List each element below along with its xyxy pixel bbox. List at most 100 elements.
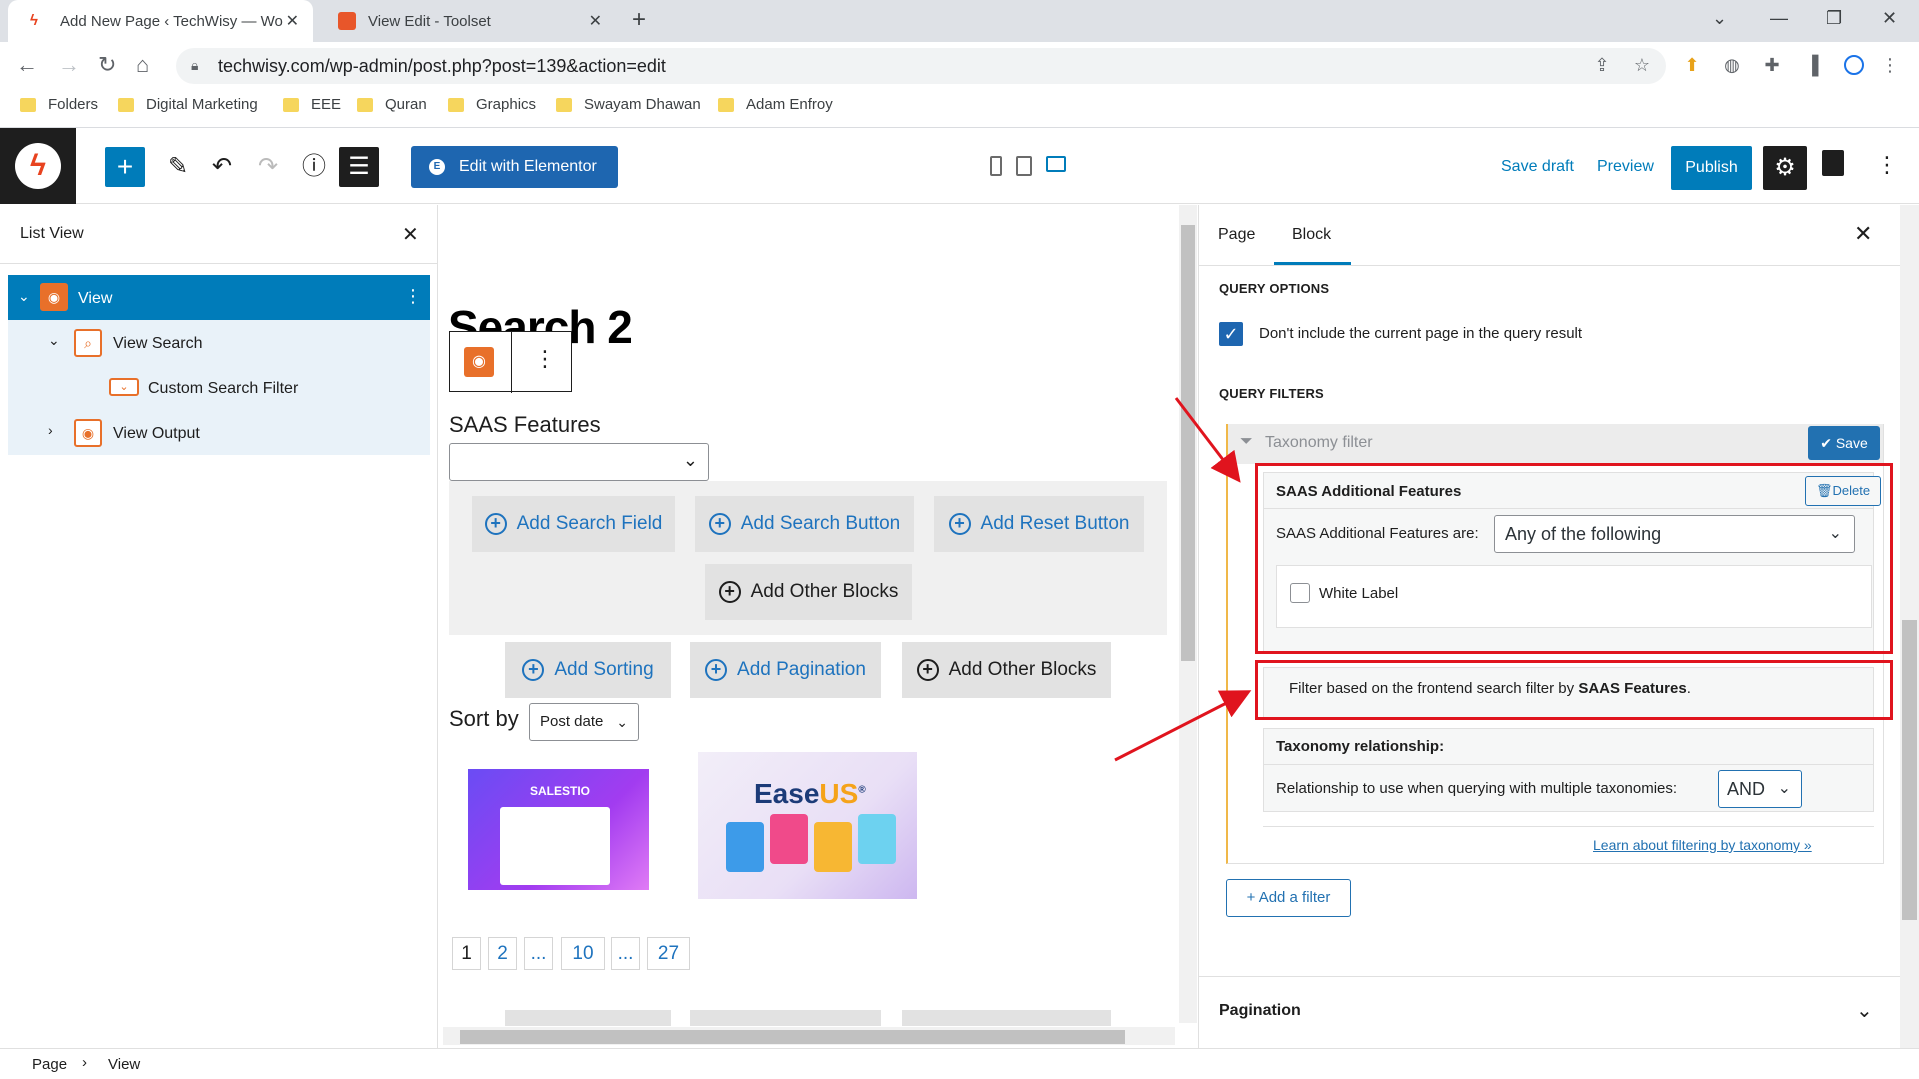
edit-pencil-icon[interactable]: ✎: [158, 147, 198, 187]
undo-icon[interactable]: ↶: [202, 147, 242, 187]
button-label: Add Reset Button: [980, 513, 1130, 534]
tablet-preview-icon[interactable]: [1016, 156, 1032, 176]
add-search-button-button[interactable]: + Add Search Button: [695, 496, 914, 552]
search-block-icon: ⌕: [74, 329, 102, 357]
site-logo[interactable]: ϟ: [0, 128, 76, 204]
sort-select[interactable]: Post date ⌄: [529, 703, 639, 741]
bookmark-folder[interactable]: Swayam Dhawan: [556, 96, 701, 113]
details-info-icon[interactable]: ⓘ: [294, 147, 334, 187]
list-item-view-output[interactable]: [8, 410, 430, 455]
chrome-menu-icon[interactable]: ⋮: [1880, 55, 1900, 75]
close-icon[interactable]: ✕: [286, 11, 299, 31]
new-tab-icon[interactable]: +: [632, 6, 646, 34]
chevron-down-icon[interactable]: ⌄: [18, 288, 30, 305]
bookmark-folder[interactable]: Digital Marketing: [118, 96, 258, 113]
block-options-icon[interactable]: ⋮: [534, 346, 556, 372]
bookmark-folder[interactable]: Adam Enfroy: [718, 96, 833, 113]
chevron-down-icon[interactable]: ⌄: [48, 332, 60, 349]
globe-icon[interactable]: ◍: [1722, 55, 1742, 75]
side-panel-icon[interactable]: ▐: [1802, 55, 1822, 75]
list-view-title: List View: [20, 225, 84, 242]
item-options-icon[interactable]: ⋮: [404, 286, 422, 307]
lock-icon[interactable]: 🔒︎: [191, 57, 198, 74]
tab-search-icon[interactable]: ⌄: [1712, 8, 1727, 29]
save-button[interactable]: ✔ Save: [1808, 426, 1880, 460]
mobile-preview-icon[interactable]: [990, 156, 1002, 176]
settings-gear-icon[interactable]: ⚙: [1763, 146, 1807, 190]
bookmark-star-icon[interactable]: ☆: [1632, 55, 1652, 75]
home-icon[interactable]: ⌂: [136, 52, 149, 78]
list-item-label: View: [78, 290, 113, 307]
chevron-right-icon[interactable]: ›: [48, 422, 53, 438]
close-icon[interactable]: ✕: [1854, 221, 1872, 247]
add-other-blocks-button[interactable]: + Add Other Blocks: [705, 564, 912, 620]
tab-page[interactable]: Page: [1218, 226, 1255, 244]
filter-label: SAAS Features: [449, 412, 601, 437]
add-search-field-button[interactable]: + Add Search Field: [472, 496, 675, 552]
folder-icon: [718, 97, 734, 112]
profile-avatar[interactable]: [1844, 55, 1864, 75]
add-block-button[interactable]: +: [105, 147, 145, 187]
page-number[interactable]: 1: [452, 937, 481, 970]
list-view-button[interactable]: ☰: [339, 147, 379, 187]
add-sorting-button[interactable]: + Add Sorting: [505, 642, 671, 698]
edit-with-elementor-button[interactable]: E Edit with Elementor: [411, 146, 618, 188]
toolset-icon[interactable]: [1822, 150, 1844, 176]
extensions-puzzle-icon[interactable]: ✚: [1762, 55, 1782, 75]
list-item-view-search[interactable]: [8, 320, 430, 365]
cut-off-button: [690, 1010, 881, 1026]
page-number[interactable]: 2: [488, 937, 517, 970]
reload-icon[interactable]: ↻: [98, 52, 116, 78]
options-menu-icon[interactable]: ⋮: [1876, 152, 1898, 178]
chevron-down-icon: ⌄: [1777, 780, 1791, 797]
forward-icon[interactable]: →: [58, 52, 80, 78]
add-reset-button-button[interactable]: + Add Reset Button: [934, 496, 1144, 552]
plus-circle-icon: +: [948, 513, 971, 535]
back-icon[interactable]: ←: [16, 52, 38, 78]
url-text[interactable]: techwisy.com/wp-admin/post.php?post=139&…: [218, 56, 666, 77]
maximize-icon[interactable]: ❐: [1826, 8, 1842, 29]
add-filter-label: Add a filter: [1258, 889, 1331, 906]
view-block-icon[interactable]: ◉: [464, 347, 494, 377]
post-thumbnail[interactable]: SALESTIO: [468, 769, 649, 890]
list-item-view[interactable]: [8, 275, 430, 320]
bookmark-folder[interactable]: Folders: [20, 96, 98, 113]
bookmark-folder[interactable]: EEE: [283, 96, 341, 113]
browser-tab[interactable]: View Edit - Toolset ✕: [316, 0, 616, 42]
list-item-label: Custom Search Filter: [148, 380, 299, 397]
chevron-down-icon[interactable]: ⌄: [1856, 998, 1873, 1023]
save-draft-button[interactable]: Save draft: [1501, 158, 1574, 176]
scrollbar-thumb[interactable]: [1902, 620, 1917, 920]
add-other-blocks-button[interactable]: + Add Other Blocks: [902, 642, 1111, 698]
extension-arrow-icon[interactable]: ⬆: [1682, 55, 1702, 75]
relationship-select[interactable]: AND ⌄: [1718, 770, 1802, 808]
publish-button[interactable]: Publish: [1671, 146, 1752, 190]
close-icon[interactable]: ✕: [589, 11, 602, 31]
exclude-current-checkbox[interactable]: ✓: [1219, 322, 1243, 346]
pagination-panel-title[interactable]: Pagination: [1219, 1002, 1301, 1020]
page-number[interactable]: 27: [647, 937, 690, 970]
tab-block[interactable]: Block: [1292, 226, 1331, 244]
learn-filtering-link[interactable]: Learn about filtering by taxonomy »: [1593, 837, 1812, 853]
add-pagination-button[interactable]: + Add Pagination: [690, 642, 881, 698]
close-icon[interactable]: ✕: [402, 222, 419, 247]
browser-tab-active[interactable]: ϟ Add New Page ‹ TechWisy — Wo ✕: [8, 0, 313, 42]
folder-icon: [357, 97, 373, 112]
minimize-icon[interactable]: —: [1770, 8, 1788, 29]
redo-icon[interactable]: ↷: [248, 147, 288, 187]
bookmark-folder[interactable]: Graphics: [448, 96, 536, 113]
share-icon[interactable]: ⇪: [1592, 55, 1612, 75]
breadcrumb-view[interactable]: View: [108, 1056, 140, 1073]
scrollbar-thumb[interactable]: [460, 1030, 1125, 1044]
thumbnail-card: [814, 822, 852, 872]
page-number[interactable]: 10: [561, 937, 605, 970]
bookmark-folder[interactable]: Quran: [357, 96, 427, 113]
window-close-icon[interactable]: ✕: [1882, 8, 1897, 29]
add-filter-button[interactable]: + Add a filter: [1226, 879, 1351, 917]
breadcrumb-page[interactable]: Page: [32, 1056, 67, 1073]
desktop-preview-icon[interactable]: [1046, 156, 1066, 172]
post-thumbnail[interactable]: EaseUS®: [698, 752, 917, 899]
scrollbar-thumb[interactable]: [1181, 225, 1195, 661]
preview-button[interactable]: Preview: [1597, 158, 1654, 176]
saas-features-select[interactable]: ⌄: [449, 443, 709, 481]
